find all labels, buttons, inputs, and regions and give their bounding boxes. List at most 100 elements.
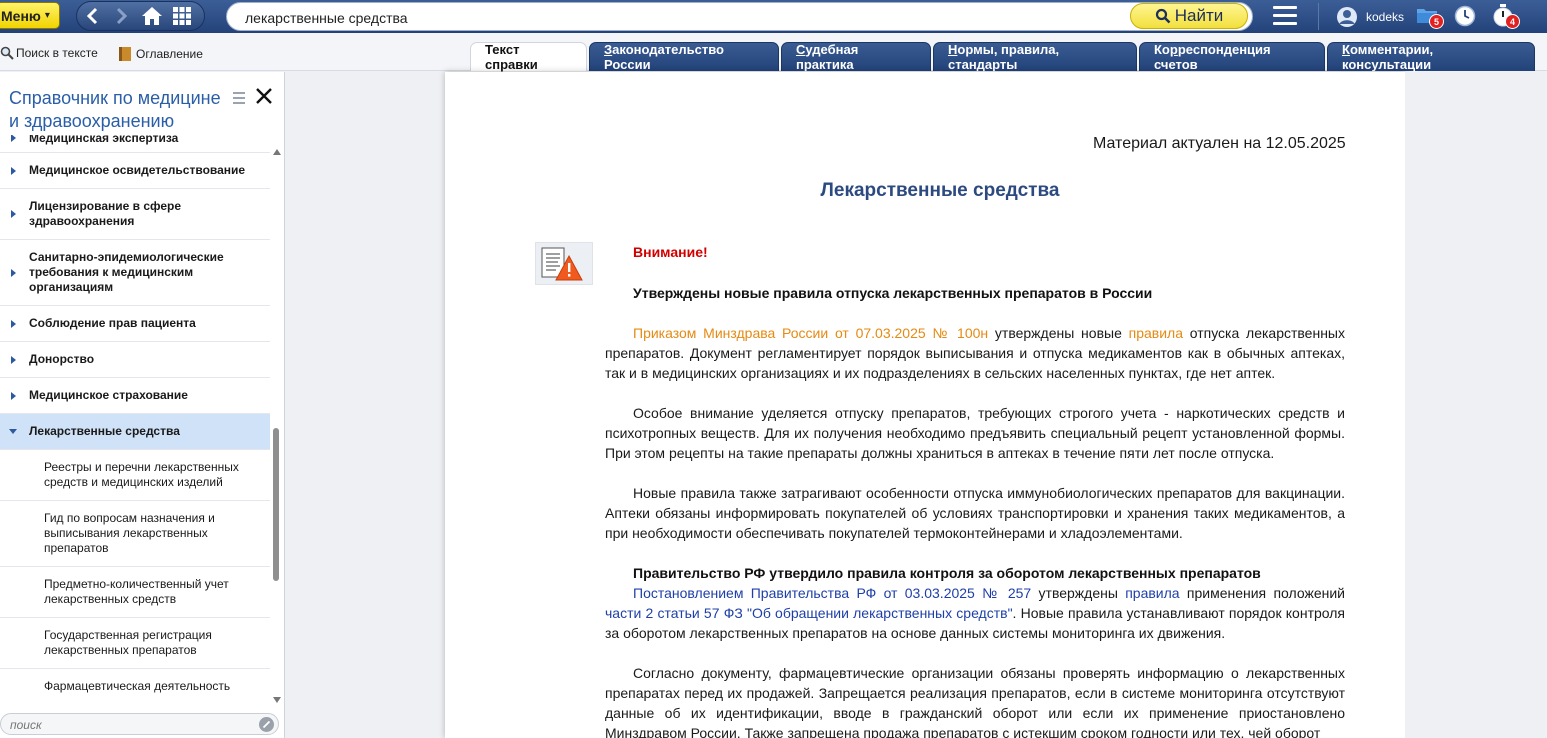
tab-account-correspondence[interactable]: Корреспонденция счетов — [1139, 42, 1325, 72]
sidebar-search-input[interactable] — [10, 717, 250, 732]
sidebar-item-label: Соблюдение прав пациента — [29, 316, 196, 330]
news-headline-2: Правительство РФ утвердило правила контр… — [633, 565, 1261, 581]
folder-badge: 5 — [1429, 14, 1444, 29]
back-arrow-icon — [86, 7, 98, 25]
sidebar-item-label: Медицинская экспертиза — [29, 135, 179, 145]
timer-badge: 4 — [1505, 14, 1520, 29]
search-icon — [0, 46, 14, 60]
sidebar-item-patient-rights[interactable]: Соблюдение прав пациента — [0, 306, 270, 342]
sidebar-search-box — [0, 713, 279, 735]
sidebar-subitem-prescription-guide[interactable]: Гид по вопросам назначения и выписывания… — [0, 501, 270, 567]
main-search-input[interactable] — [245, 8, 1125, 27]
sidebar-item-medicines[interactable]: Лекарственные средства — [0, 414, 270, 450]
search-in-text-button[interactable]: Поиск в тексте — [0, 46, 98, 60]
sidebar-item-medical-insurance[interactable]: Медицинское страхование — [0, 378, 270, 414]
tab-russian-legislation[interactable]: Законодательство России — [589, 42, 779, 72]
expand-arrow-icon — [11, 391, 16, 400]
back-button[interactable] — [77, 2, 107, 30]
book-icon — [119, 47, 131, 61]
scroll-down-arrow-icon[interactable] — [273, 697, 281, 703]
history-button[interactable] — [1454, 5, 1476, 27]
order-link[interactable]: Приказом Минздрава России от 07.03.2025 … — [633, 325, 988, 341]
tab-judicial-practice[interactable]: Судебная практика — [781, 42, 931, 72]
tab-label: Судебная практика — [796, 42, 859, 72]
sidebar-options-icon[interactable] — [233, 92, 245, 107]
tab-norms-standards[interactable]: Нормы, правила, стандарты — [933, 42, 1137, 72]
timer-button[interactable]: 4 — [1492, 4, 1520, 29]
paragraph-text: применения положений — [1179, 585, 1345, 601]
close-icon[interactable] — [254, 86, 274, 106]
scroll-up-arrow-icon[interactable] — [273, 149, 281, 155]
tab-help-text[interactable]: Текст справки — [470, 42, 587, 72]
clear-search-icon[interactable] — [259, 717, 274, 732]
paragraph-text: утверждены — [1031, 585, 1126, 601]
top-toolbar: Меню ▾ Найти kodeks — [0, 0, 1547, 33]
sidebar-subitem-label: Государственная регистрация лекарственны… — [44, 628, 212, 657]
apps-grid-button[interactable] — [167, 2, 197, 30]
paragraph-3: Новые правила также затрагивают особенно… — [605, 483, 1345, 543]
user-avatar-icon — [1337, 7, 1357, 27]
sidebar-item-label: Лицензирование в сфере здравоохранения — [29, 199, 182, 228]
sidebar-tree: Медицинская экспертиза Медицинское освид… — [0, 135, 270, 702]
forward-button[interactable] — [107, 2, 137, 30]
paragraph-text: Согласно документу, фармацевтические орг… — [605, 665, 1345, 738]
navigation-group — [76, 1, 205, 31]
sidebar-item-label: Лекарственные средства — [29, 424, 180, 438]
tab-label: Нормы, правила, стандарты — [948, 42, 1060, 72]
main-search-box — [226, 2, 1253, 31]
expand-arrow-icon — [11, 355, 16, 364]
sidebar-item-sanitary-requirements[interactable]: Санитарно-эпидемиологические требования … — [0, 240, 270, 306]
forward-arrow-icon — [116, 7, 128, 25]
user-name: kodeks — [1366, 10, 1405, 24]
user-account[interactable]: kodeks — [1336, 5, 1404, 29]
expand-arrow-icon — [11, 135, 16, 142]
expand-arrow-icon — [11, 319, 16, 328]
sidebar-subitem-state-registration[interactable]: Государственная регистрация лекарственны… — [0, 618, 270, 669]
find-label: Найти — [1174, 6, 1224, 25]
menu-label: Меню — [1, 7, 41, 24]
folders-button[interactable]: 5 — [1416, 6, 1444, 29]
tab-label: Текст справки — [485, 42, 538, 72]
tab-comments-consultations[interactable]: Комментарии, консультации — [1327, 42, 1535, 72]
grid-icon — [173, 7, 191, 25]
sidebar-item-medical-examination[interactable]: Медицинское освидетельствование — [0, 153, 270, 189]
sidebar-subitem-label: Гид по вопросам назначения и выписывания… — [44, 511, 215, 555]
scrollbar-thumb[interactable] — [273, 428, 279, 581]
home-icon — [142, 7, 162, 25]
home-button[interactable] — [137, 2, 167, 30]
document-title: Лекарственные средства — [820, 180, 1060, 201]
magnifier-icon — [1155, 8, 1171, 24]
collapse-arrow-icon — [9, 429, 17, 434]
contents-label: Оглавление — [136, 47, 203, 61]
sidebar-item-label: Медицинское освидетельствование — [29, 163, 246, 177]
paragraph-text: Особое внимание уделяется отпуску препар… — [605, 405, 1345, 461]
sidebar: Справочник по медицине и здравоохранению… — [0, 72, 285, 738]
news-headline-1: Утверждены новые правила отпуска лекарст… — [633, 285, 1153, 301]
expand-arrow-icon — [11, 166, 16, 175]
sidebar-item-label: Донорство — [29, 352, 95, 366]
sidebar-subitem-pharmaceutical-activity[interactable]: Фармацевтическая деятельность — [0, 669, 270, 702]
resolution-link[interactable]: Постановлением Правительства РФ от 03.03… — [633, 585, 1031, 601]
rules-link[interactable]: правила — [1129, 325, 1183, 341]
attention-label: Внимание! — [633, 244, 708, 260]
sidebar-item-licensing[interactable]: Лицензирование в сфере здравоохранения — [0, 189, 270, 240]
document-view: Материал актуален на 12.05.2025 Лекарств… — [445, 72, 1405, 738]
sidebar-subitem-quantitative-accounting[interactable]: Предметно-количественный учет лекарствен… — [0, 567, 270, 618]
actual-date: Материал актуален на 12.05.2025 — [1093, 135, 1346, 152]
toolbar-divider — [1318, 3, 1319, 30]
rules-link[interactable]: правила — [1125, 585, 1179, 601]
sidebar-subitem-label: Реестры и перечни лекарственных средств … — [44, 460, 239, 489]
search-in-text-label: Поиск в тексте — [16, 46, 98, 60]
hamburger-menu-button[interactable] — [1273, 6, 1297, 26]
find-button[interactable]: Найти — [1130, 3, 1248, 29]
sidebar-item-medical-expertise[interactable]: Медицинская экспертиза — [0, 135, 270, 153]
sidebar-scrollbar[interactable] — [270, 143, 284, 703]
sidebar-item-donorship[interactable]: Донорство — [0, 342, 270, 378]
menu-button[interactable]: Меню ▾ — [0, 2, 60, 29]
sidebar-subitem-registries[interactable]: Реестры и перечни лекарственных средств … — [0, 450, 270, 501]
expand-arrow-icon — [11, 210, 16, 218]
right-margin — [1405, 72, 1547, 738]
contents-button[interactable]: Оглавление — [118, 46, 203, 62]
tab-label: Корреспонденция счетов — [1154, 42, 1271, 72]
law-article-link[interactable]: части 2 статьи 57 ФЗ "Об обращении лекар… — [605, 605, 1013, 621]
